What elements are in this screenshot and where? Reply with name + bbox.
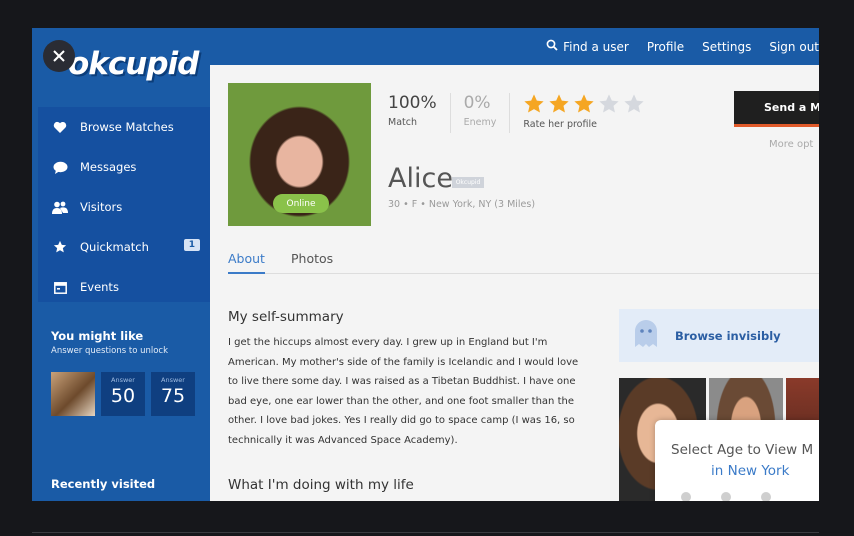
quickmatch-badge: 1 xyxy=(183,239,200,251)
profile-tag: Okcupid xyxy=(452,177,484,188)
find-user-link[interactable]: Find a user xyxy=(546,39,629,54)
divider xyxy=(509,93,511,133)
sidebar-item-label: Browse Matches xyxy=(80,120,174,134)
age-option-dot[interactable] xyxy=(681,492,691,501)
sidebar-item-label: Events xyxy=(80,280,119,294)
rating-star-icon[interactable] xyxy=(523,93,545,115)
age-select-popup[interactable]: Select Age to View M in New York xyxy=(655,420,819,501)
age-option-dot[interactable] xyxy=(761,492,771,501)
profile-meta: 30 • F • New York, NY (3 Miles) xyxy=(388,199,536,210)
search-icon xyxy=(546,39,558,54)
star-icon xyxy=(52,239,68,255)
you-might-like-subtitle: Answer questions to unlock xyxy=(51,346,169,356)
sidebar-item-label: Quickmatch xyxy=(80,240,149,254)
top-nav: Find a user Profile Settings Sign out xyxy=(528,28,819,65)
match-label: Match xyxy=(388,117,417,128)
send-message-button[interactable]: Send a M xyxy=(734,91,819,127)
self-summary-title: My self-summary xyxy=(228,309,344,325)
divider xyxy=(32,532,819,533)
close-icon xyxy=(53,50,65,62)
locked-suggestion-tile[interactable]: Answer 75 xyxy=(151,372,195,416)
rating-star-icon[interactable] xyxy=(598,93,620,115)
tile-value: 75 xyxy=(160,385,186,407)
ghost-icon xyxy=(633,319,659,353)
summary-line: technically it was Advanced Space Academ… xyxy=(228,434,458,446)
sidebar: Browse Matches Messages Visitors Quickma… xyxy=(32,65,210,501)
self-summary-text: I get the hiccups almost every day. I gr… xyxy=(228,333,604,450)
tile-label: Answer xyxy=(161,376,185,384)
suggestion-photo[interactable] xyxy=(51,372,95,416)
summary-line: other. I love bad jokes. Yes I really di… xyxy=(228,415,575,426)
heart-icon xyxy=(52,119,68,135)
rate-profile-label: Rate her profile xyxy=(523,119,597,130)
popup-line-2: in New York xyxy=(711,463,790,479)
find-user-label: Find a user xyxy=(563,39,629,54)
match-stat: 100% Match xyxy=(388,93,437,128)
rating-star-icon[interactable] xyxy=(623,93,645,115)
popup-line-1: Select Age to View M xyxy=(671,442,814,458)
rating-star-icon[interactable] xyxy=(548,93,570,115)
sidebar-item-browse-matches[interactable]: Browse Matches xyxy=(38,107,210,147)
profile-main: Online 100% Match 0% Enemy Rate her prof… xyxy=(210,65,819,501)
age-option-dot[interactable] xyxy=(721,492,731,501)
tab-photos[interactable]: Photos xyxy=(291,251,333,266)
you-might-like: You might like Answer questions to unloc… xyxy=(51,329,168,356)
you-might-like-title: You might like xyxy=(51,329,144,343)
sidebar-nav: Browse Matches Messages Visitors Quickma… xyxy=(38,107,210,302)
rating-block: Rate her profile xyxy=(523,93,645,130)
match-percentage: 100% xyxy=(388,93,437,113)
speech-bubble-icon xyxy=(52,159,68,175)
star-rating[interactable] xyxy=(523,93,645,115)
enemy-stat: 0% Enemy xyxy=(464,93,497,128)
sidebar-item-label: Visitors xyxy=(80,200,123,214)
online-badge: Online xyxy=(273,194,329,213)
profile-photo[interactable]: Online xyxy=(228,83,371,226)
enemy-label: Enemy xyxy=(463,117,497,128)
sidebar-item-label: Messages xyxy=(80,160,137,174)
tile-value: 50 xyxy=(110,385,136,407)
summary-line: bad eye, one ear lower than the other, a… xyxy=(228,395,574,407)
app-window: Find a user Profile Settings Sign out ok… xyxy=(32,28,819,501)
sign-out-link[interactable]: Sign out xyxy=(769,40,819,54)
sidebar-item-messages[interactable]: Messages xyxy=(38,147,210,187)
profile-name: Alice xyxy=(388,163,453,194)
sidebar-item-quickmatch[interactable]: Quickmatch 1 xyxy=(38,227,210,267)
summary-line: American. My mother's side of the family… xyxy=(228,356,579,368)
calendar-icon xyxy=(52,279,68,295)
sidebar-item-events[interactable]: Events xyxy=(38,267,210,307)
okcupid-logo[interactable]: okcupid xyxy=(68,46,199,82)
recently-visited-title: Recently visited xyxy=(51,477,156,491)
doing-with-life-title: What I'm doing with my life xyxy=(228,477,414,493)
settings-link[interactable]: Settings xyxy=(702,40,751,54)
more-options-link[interactable]: More opt xyxy=(769,139,813,150)
locked-suggestion-tile[interactable]: Answer 50 xyxy=(101,372,145,416)
people-icon xyxy=(52,199,68,215)
sidebar-item-visitors[interactable]: Visitors xyxy=(38,187,210,227)
summary-line: to live there some day. I was raised as … xyxy=(228,376,576,387)
summary-line: I get the hiccups almost every day. I gr… xyxy=(228,337,548,348)
profile-link[interactable]: Profile xyxy=(647,40,684,54)
age-options xyxy=(681,492,771,501)
browse-invisibly-label: Browse invisibly xyxy=(675,328,781,343)
divider xyxy=(449,93,451,133)
suggestion-tiles: Answer 50 Answer 75 xyxy=(51,372,195,416)
profile-stats: 100% Match 0% Enemy Rate her profile xyxy=(388,93,645,133)
profile-tabs: About Photos xyxy=(228,243,819,274)
tab-about[interactable]: About xyxy=(228,251,265,274)
tile-label: Answer xyxy=(111,376,135,384)
rating-star-icon[interactable] xyxy=(573,93,595,115)
browse-invisibly-banner[interactable]: Browse invisibly xyxy=(619,309,819,362)
close-button[interactable] xyxy=(43,40,75,72)
enemy-percentage: 0% xyxy=(463,93,491,113)
